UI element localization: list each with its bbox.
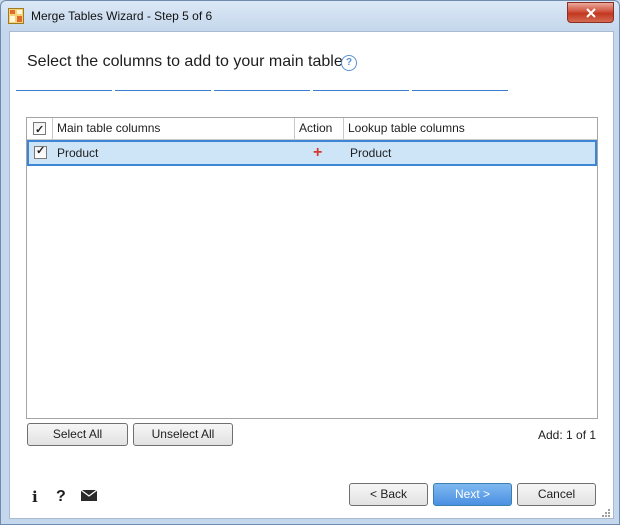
select-all-checkbox[interactable] (33, 120, 46, 141)
add-count-status: Add: 1 of 1 (538, 428, 597, 442)
step-segment (412, 90, 508, 91)
header-action[interactable]: Action (295, 118, 344, 139)
header-select-cell (27, 118, 53, 141)
header-lookup-columns[interactable]: Lookup table columns (344, 118, 597, 139)
step-segment (214, 90, 310, 91)
columns-grid[interactable]: Main table columns Action Lookup table c… (26, 117, 598, 419)
unselect-all-button[interactable]: Unselect All (133, 423, 233, 446)
table-row[interactable]: Product + Product (27, 140, 597, 166)
wizard-content: Select the columns to add to your main t… (9, 31, 614, 519)
select-all-button[interactable]: Select All (27, 423, 128, 446)
header-main-columns[interactable]: Main table columns (53, 118, 295, 139)
close-button[interactable] (567, 2, 614, 23)
title-bar[interactable]: Merge Tables Wizard - Step 5 of 6 (1, 1, 619, 31)
row-checkbox[interactable] (34, 144, 47, 159)
step-segment (115, 90, 211, 91)
resize-grip-icon[interactable] (600, 506, 610, 520)
envelope-icon[interactable] (80, 489, 98, 504)
cancel-button[interactable]: Cancel (517, 483, 596, 506)
table-app-icon (8, 8, 24, 24)
row-lookup-column: Product (350, 146, 392, 160)
wizard-window: Merge Tables Wizard - Step 5 of 6 Select… (0, 0, 620, 525)
page-title: Select the columns to add to your main t… (27, 53, 343, 70)
next-button[interactable]: Next > (433, 483, 512, 506)
back-button[interactable]: < Back (349, 483, 428, 506)
step-segment (16, 90, 112, 91)
add-action-icon[interactable]: + (310, 142, 340, 164)
close-icon (585, 7, 596, 18)
row-main-column: Product (57, 146, 99, 160)
step-segment (313, 90, 409, 91)
step-progress (16, 90, 508, 92)
grid-header: Main table columns Action Lookup table c… (27, 118, 597, 141)
question-icon[interactable]: ? (56, 488, 66, 506)
help-icon[interactable]: ? (341, 55, 357, 71)
window-title: Merge Tables Wizard - Step 5 of 6 (31, 9, 213, 23)
info-icon[interactable]: i (32, 488, 38, 506)
